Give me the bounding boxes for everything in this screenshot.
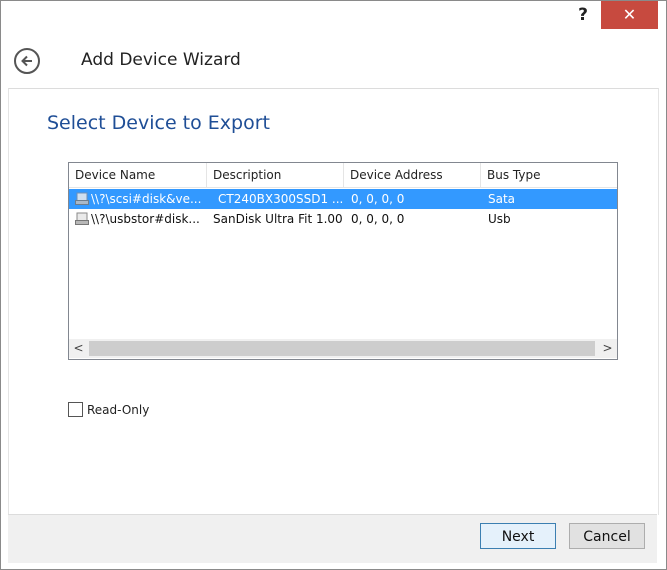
bus-type-cell: Usb [488,212,511,226]
drive-icon [75,192,89,205]
device-name-cell: \\?\usbstor#disk... [91,212,200,226]
scroll-thumb[interactable] [89,341,595,356]
scroll-left-icon[interactable]: < [69,339,88,358]
device-row[interactable]: \\?\usbstor#disk... SanDisk Ultra Fit 1.… [69,209,617,229]
device-row[interactable]: \\?\scsi#disk&ve... CT240BX300SSD1 ... 0… [69,189,617,209]
back-arrow-icon [21,55,32,67]
column-header-bus-type[interactable]: Bus Type [481,163,617,187]
button-bar [8,514,657,563]
close-button[interactable]: ✕ [601,1,658,29]
device-name-cell: \\?\scsi#disk&ve... [91,192,202,206]
device-address-cell: 0, 0, 0, 0 [351,212,405,226]
wizard-title: Add Device Wizard [81,50,241,70]
horizontal-scrollbar[interactable]: < > [69,339,617,358]
column-header-device-name[interactable]: Device Name [69,163,207,187]
next-button[interactable]: Next [480,523,556,549]
description-cell: SanDisk Ultra Fit 1.00 [213,212,343,226]
cancel-button[interactable]: Cancel [569,523,645,549]
bus-type-cell: Sata [488,192,516,206]
column-header-description[interactable]: Description [207,163,344,187]
back-button[interactable] [14,48,40,74]
device-address-cell: 0, 0, 0, 0 [351,192,405,206]
readonly-label[interactable]: Read-Only [87,402,149,418]
description-cell: CT240BX300SSD1 ... [218,192,344,206]
scroll-right-icon[interactable]: > [598,339,617,358]
section-title: Select Device to Export [47,112,270,134]
help-button[interactable]: ? [572,4,594,26]
readonly-checkbox[interactable] [68,402,83,417]
drive-icon [75,212,89,225]
column-header-device-address[interactable]: Device Address [344,163,481,187]
list-header: Device Name Description Device Address B… [69,163,617,188]
device-list[interactable]: Device Name Description Device Address B… [68,162,618,360]
